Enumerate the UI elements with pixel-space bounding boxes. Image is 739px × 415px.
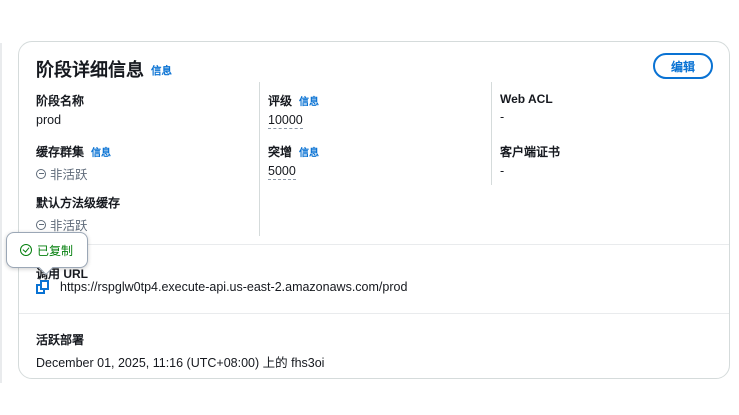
left-divider [0,43,2,383]
cache-cluster-value: 非活跃 [50,168,88,182]
panel-title-text: 阶段详细信息 [36,60,144,80]
cache-cluster-status: 非活跃 [36,164,111,183]
info-link[interactable]: 信息 [91,148,111,159]
inactive-icon [36,168,46,179]
burst-label: 突增 [268,145,293,159]
web-acl-label: Web ACL [500,92,553,106]
method-cache-field: 默认方法级缓存 非活跃 [36,194,120,234]
client-cert-label: 客户端证书 [500,145,561,159]
section-divider [19,244,729,245]
client-cert-value: - [500,164,505,178]
active-deployment-label: 活跃部署 [36,333,85,347]
edit-button[interactable]: 编辑 [653,53,713,79]
inactive-icon [36,219,46,230]
stage-details-panel: 阶段详细信息 信息 编辑 阶段名称 prod 缓存群集 信息 非活跃 默认方法级缓存… [18,41,730,379]
info-link[interactable]: 信息 [299,148,319,159]
cache-cluster-field: 缓存群集 信息 非活跃 [36,143,111,183]
copied-text: 已复制 [37,243,74,258]
web-acl-value: - [500,110,505,124]
method-cache-label: 默认方法级缓存 [36,196,121,210]
panel-title: 阶段详细信息 信息 [36,56,172,82]
check-circle-icon [20,244,32,256]
active-deployment-value: December 01, 2025, 11:16 (UTC+08:00) 上的 … [36,356,325,370]
copy-icon[interactable] [36,280,50,294]
web-acl-field: Web ACL - [500,92,553,124]
burst-field: 突增 信息 5000 [268,143,319,180]
rate-label: 评级 [268,94,293,108]
invoke-url-row: https://rspglw0tp4.execute-api.us-east-2… [36,280,407,294]
column-divider [491,82,492,185]
client-cert-field: 客户端证书 - [500,143,560,178]
column-divider [259,82,260,236]
rate-field: 评级 信息 10000 [268,92,319,129]
stage-name-field: 阶段名称 prod [36,92,84,127]
rate-value[interactable]: 10000 [268,113,303,129]
stage-name-label: 阶段名称 [36,94,85,108]
info-link[interactable]: 信息 [151,65,172,77]
section-divider [19,313,729,314]
cache-cluster-label: 缓存群集 [36,145,85,159]
info-link[interactable]: 信息 [299,97,319,108]
active-deployment-field: 活跃部署 December 01, 2025, 11:16 (UTC+08:00… [36,331,324,371]
stage-name-value: prod [36,113,62,127]
invoke-url-value[interactable]: https://rspglw0tp4.execute-api.us-east-2… [60,280,407,294]
burst-value[interactable]: 5000 [268,164,296,180]
copied-tooltip: 已复制 [6,232,88,268]
